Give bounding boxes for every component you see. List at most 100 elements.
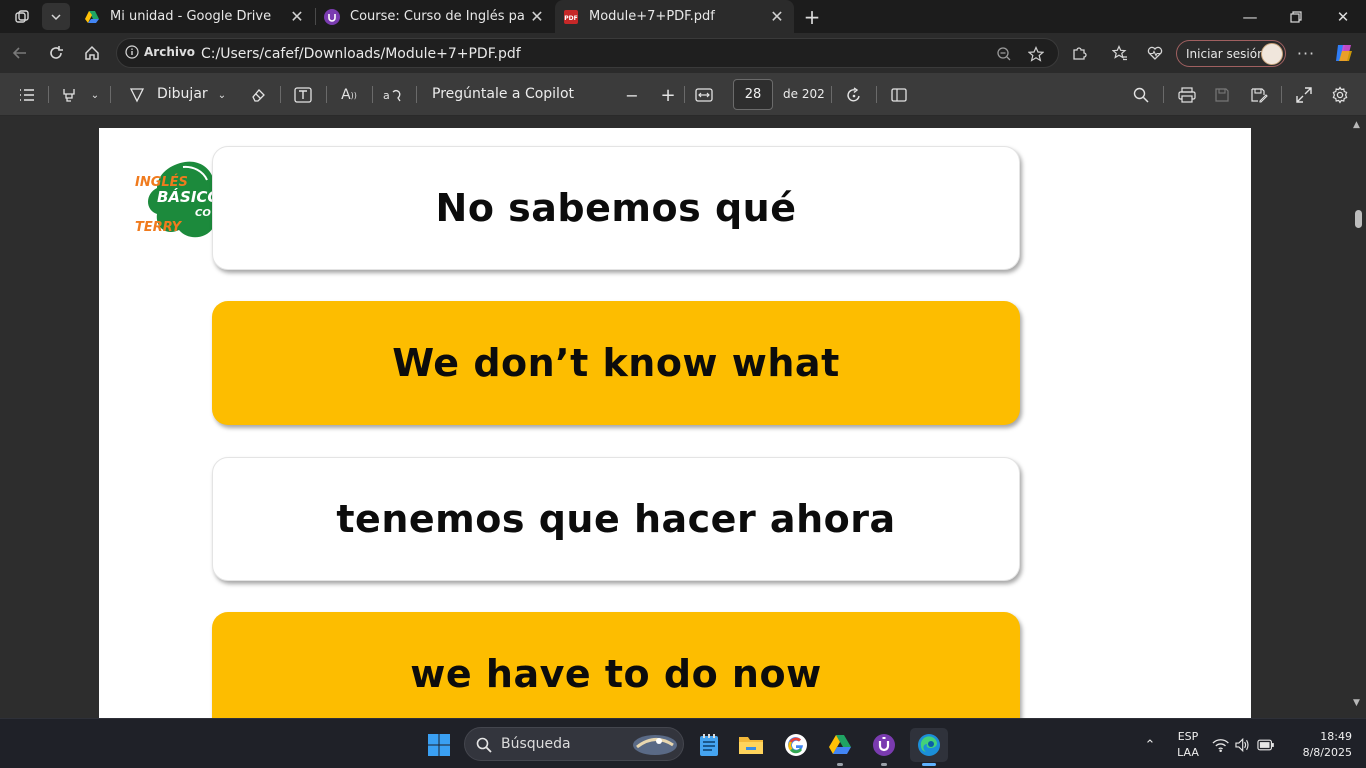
draw-pen-icon[interactable]	[126, 84, 148, 106]
keyboard-layout: LAA	[1177, 746, 1199, 759]
copilot-button[interactable]	[1330, 39, 1358, 67]
page-view-icon[interactable]	[888, 84, 910, 106]
back-button[interactable]	[6, 39, 34, 67]
minus-icon: −	[625, 85, 639, 105]
new-tab-button[interactable]: +	[798, 3, 826, 30]
windows-taskbar: Búsqueda ⌃ ESP LAA 18:49 8/8/2025	[0, 718, 1366, 768]
avatar	[1261, 43, 1283, 65]
clock-time: 18:49	[1320, 730, 1352, 743]
toolbar-divider	[876, 86, 877, 103]
phrase-text: we have to do now	[410, 652, 822, 696]
toolbar-divider	[326, 86, 327, 103]
system-tray-status[interactable]	[1212, 728, 1274, 762]
highlight-icon[interactable]	[58, 84, 80, 106]
draw-button[interactable]: Dibujar	[157, 86, 208, 102]
site-info[interactable]: Archivo	[125, 45, 195, 59]
taskbar-edge-app[interactable]	[910, 728, 948, 766]
phrase-text: We don’t know what	[392, 341, 840, 385]
taskbar-search-box[interactable]: Búsqueda	[464, 727, 684, 761]
language-indicator[interactable]: ESP LAA	[1174, 730, 1202, 759]
phrase-text: tenemos que hacer ahora	[336, 497, 896, 541]
heart-pulse-icon	[1147, 46, 1163, 60]
tab-module-pdf[interactable]: PDF Module+7+PDF.pdf ✕	[555, 0, 794, 33]
print-icon[interactable]	[1176, 84, 1198, 106]
url-text[interactable]: C:/Users/cafef/Downloads/Module+7+PDF.pd…	[201, 46, 521, 62]
favorite-star-icon[interactable]	[1026, 45, 1046, 63]
home-button[interactable]	[78, 39, 106, 67]
phrase-card-english-1: We don’t know what	[212, 301, 1020, 425]
zoom-out-icon[interactable]	[994, 45, 1014, 63]
tab-udemy-course[interactable]: Course: Curso de Inglés para principiant…	[316, 0, 554, 33]
favorites-button[interactable]	[1106, 39, 1134, 67]
ask-copilot-button[interactable]: Pregúntale a Copilot	[432, 86, 574, 102]
close-tab-icon[interactable]: ✕	[526, 7, 548, 26]
search-icon[interactable]	[1130, 84, 1152, 106]
add-text-icon[interactable]	[292, 84, 314, 106]
eraser-icon[interactable]	[247, 84, 269, 106]
rotate-icon[interactable]	[843, 84, 865, 106]
browser-essentials-button[interactable]	[1141, 39, 1169, 67]
fullscreen-icon[interactable]	[1293, 84, 1315, 106]
save-as-icon[interactable]	[1248, 84, 1270, 106]
draw-options-chevron-icon[interactable]: ⌄	[211, 84, 233, 106]
scrollbar-thumb[interactable]	[1355, 210, 1362, 228]
toolbar-divider	[1281, 86, 1282, 103]
highlight-options-chevron-icon[interactable]: ⌄	[84, 84, 106, 106]
minimize-button[interactable]: —	[1227, 0, 1273, 33]
tab-title: Mi unidad - Google Drive	[110, 9, 272, 24]
volume-icon	[1235, 737, 1249, 753]
udemy-icon	[324, 8, 340, 25]
phrase-card-english-2: we have to do now	[212, 612, 1020, 718]
pdf-viewer[interactable]: INGLÉS BÁSICO TERRY CO No sabemos qué We…	[0, 116, 1366, 718]
close-tab-icon[interactable]: ✕	[286, 7, 308, 26]
puzzle-icon	[1073, 47, 1087, 60]
signin-label: Iniciar sesión	[1186, 46, 1265, 61]
read-aloud-icon[interactable]: A))	[338, 84, 360, 106]
scroll-down-arrow-icon[interactable]: ▼	[1353, 698, 1360, 708]
restore-icon	[1290, 10, 1302, 23]
taskbar-file-explorer-app[interactable]	[734, 728, 768, 762]
show-hidden-icons-chevron-icon[interactable]: ⌃	[1138, 728, 1162, 762]
tab-google-drive[interactable]: Mi unidad - Google Drive ✕	[76, 0, 314, 33]
tab-title: Module+7+PDF.pdf	[589, 9, 715, 24]
taskbar-chrome-app[interactable]	[779, 728, 813, 762]
pdf-icon: PDF	[564, 9, 578, 24]
zoom-out-button[interactable]: −	[621, 84, 643, 106]
wifi-icon	[1212, 739, 1229, 753]
zoom-in-button[interactable]: +	[657, 84, 679, 106]
translate-icon[interactable]: a	[382, 84, 404, 106]
signin-button[interactable]: Iniciar sesión	[1176, 40, 1286, 67]
settings-gear-icon[interactable]	[1329, 84, 1351, 106]
more-options-button[interactable]: ···	[1292, 39, 1320, 67]
save-icon[interactable]	[1211, 84, 1233, 106]
tab-title: Course: Curso de Inglés para principiant…	[350, 9, 526, 24]
clock-date: 8/8/2025	[1302, 746, 1352, 759]
phrase-card-spanish-2: tenemos que hacer ahora	[212, 457, 1020, 581]
toolbar-divider	[416, 86, 417, 103]
close-window-button[interactable]: ✕	[1320, 0, 1366, 33]
refresh-button[interactable]	[42, 39, 70, 67]
clock[interactable]: 18:49 8/8/2025	[1292, 730, 1352, 759]
close-tab-icon[interactable]: ✕	[766, 7, 788, 26]
toolbar-divider	[684, 86, 685, 103]
taskbar-notepad-app[interactable]	[692, 728, 726, 762]
toolbar-divider	[48, 86, 49, 103]
restore-button[interactable]	[1273, 0, 1319, 33]
running-indicator	[837, 763, 843, 766]
taskbar-google-drive-app[interactable]	[823, 728, 857, 766]
logo-text-co: CO	[195, 208, 211, 219]
workspaces-button[interactable]	[8, 3, 36, 30]
taskbar-udemy-app[interactable]	[867, 728, 901, 766]
start-button[interactable]	[422, 728, 456, 762]
contents-list-icon[interactable]	[16, 84, 38, 106]
url-bar[interactable]: Archivo C:/Users/cafef/Downloads/Module+…	[116, 38, 1059, 68]
search-highlight-image-icon	[633, 735, 677, 755]
back-arrow-icon	[12, 47, 26, 59]
page-number-input[interactable]: 28	[733, 79, 773, 110]
extensions-button[interactable]	[1065, 39, 1093, 67]
tab-actions-button[interactable]	[42, 3, 70, 30]
more-dots-icon: ···	[1296, 43, 1316, 63]
vertical-scrollbar[interactable]: ▲ ▼	[1350, 116, 1366, 718]
fit-width-icon[interactable]	[693, 84, 715, 106]
scroll-up-arrow-icon[interactable]: ▲	[1353, 120, 1360, 130]
